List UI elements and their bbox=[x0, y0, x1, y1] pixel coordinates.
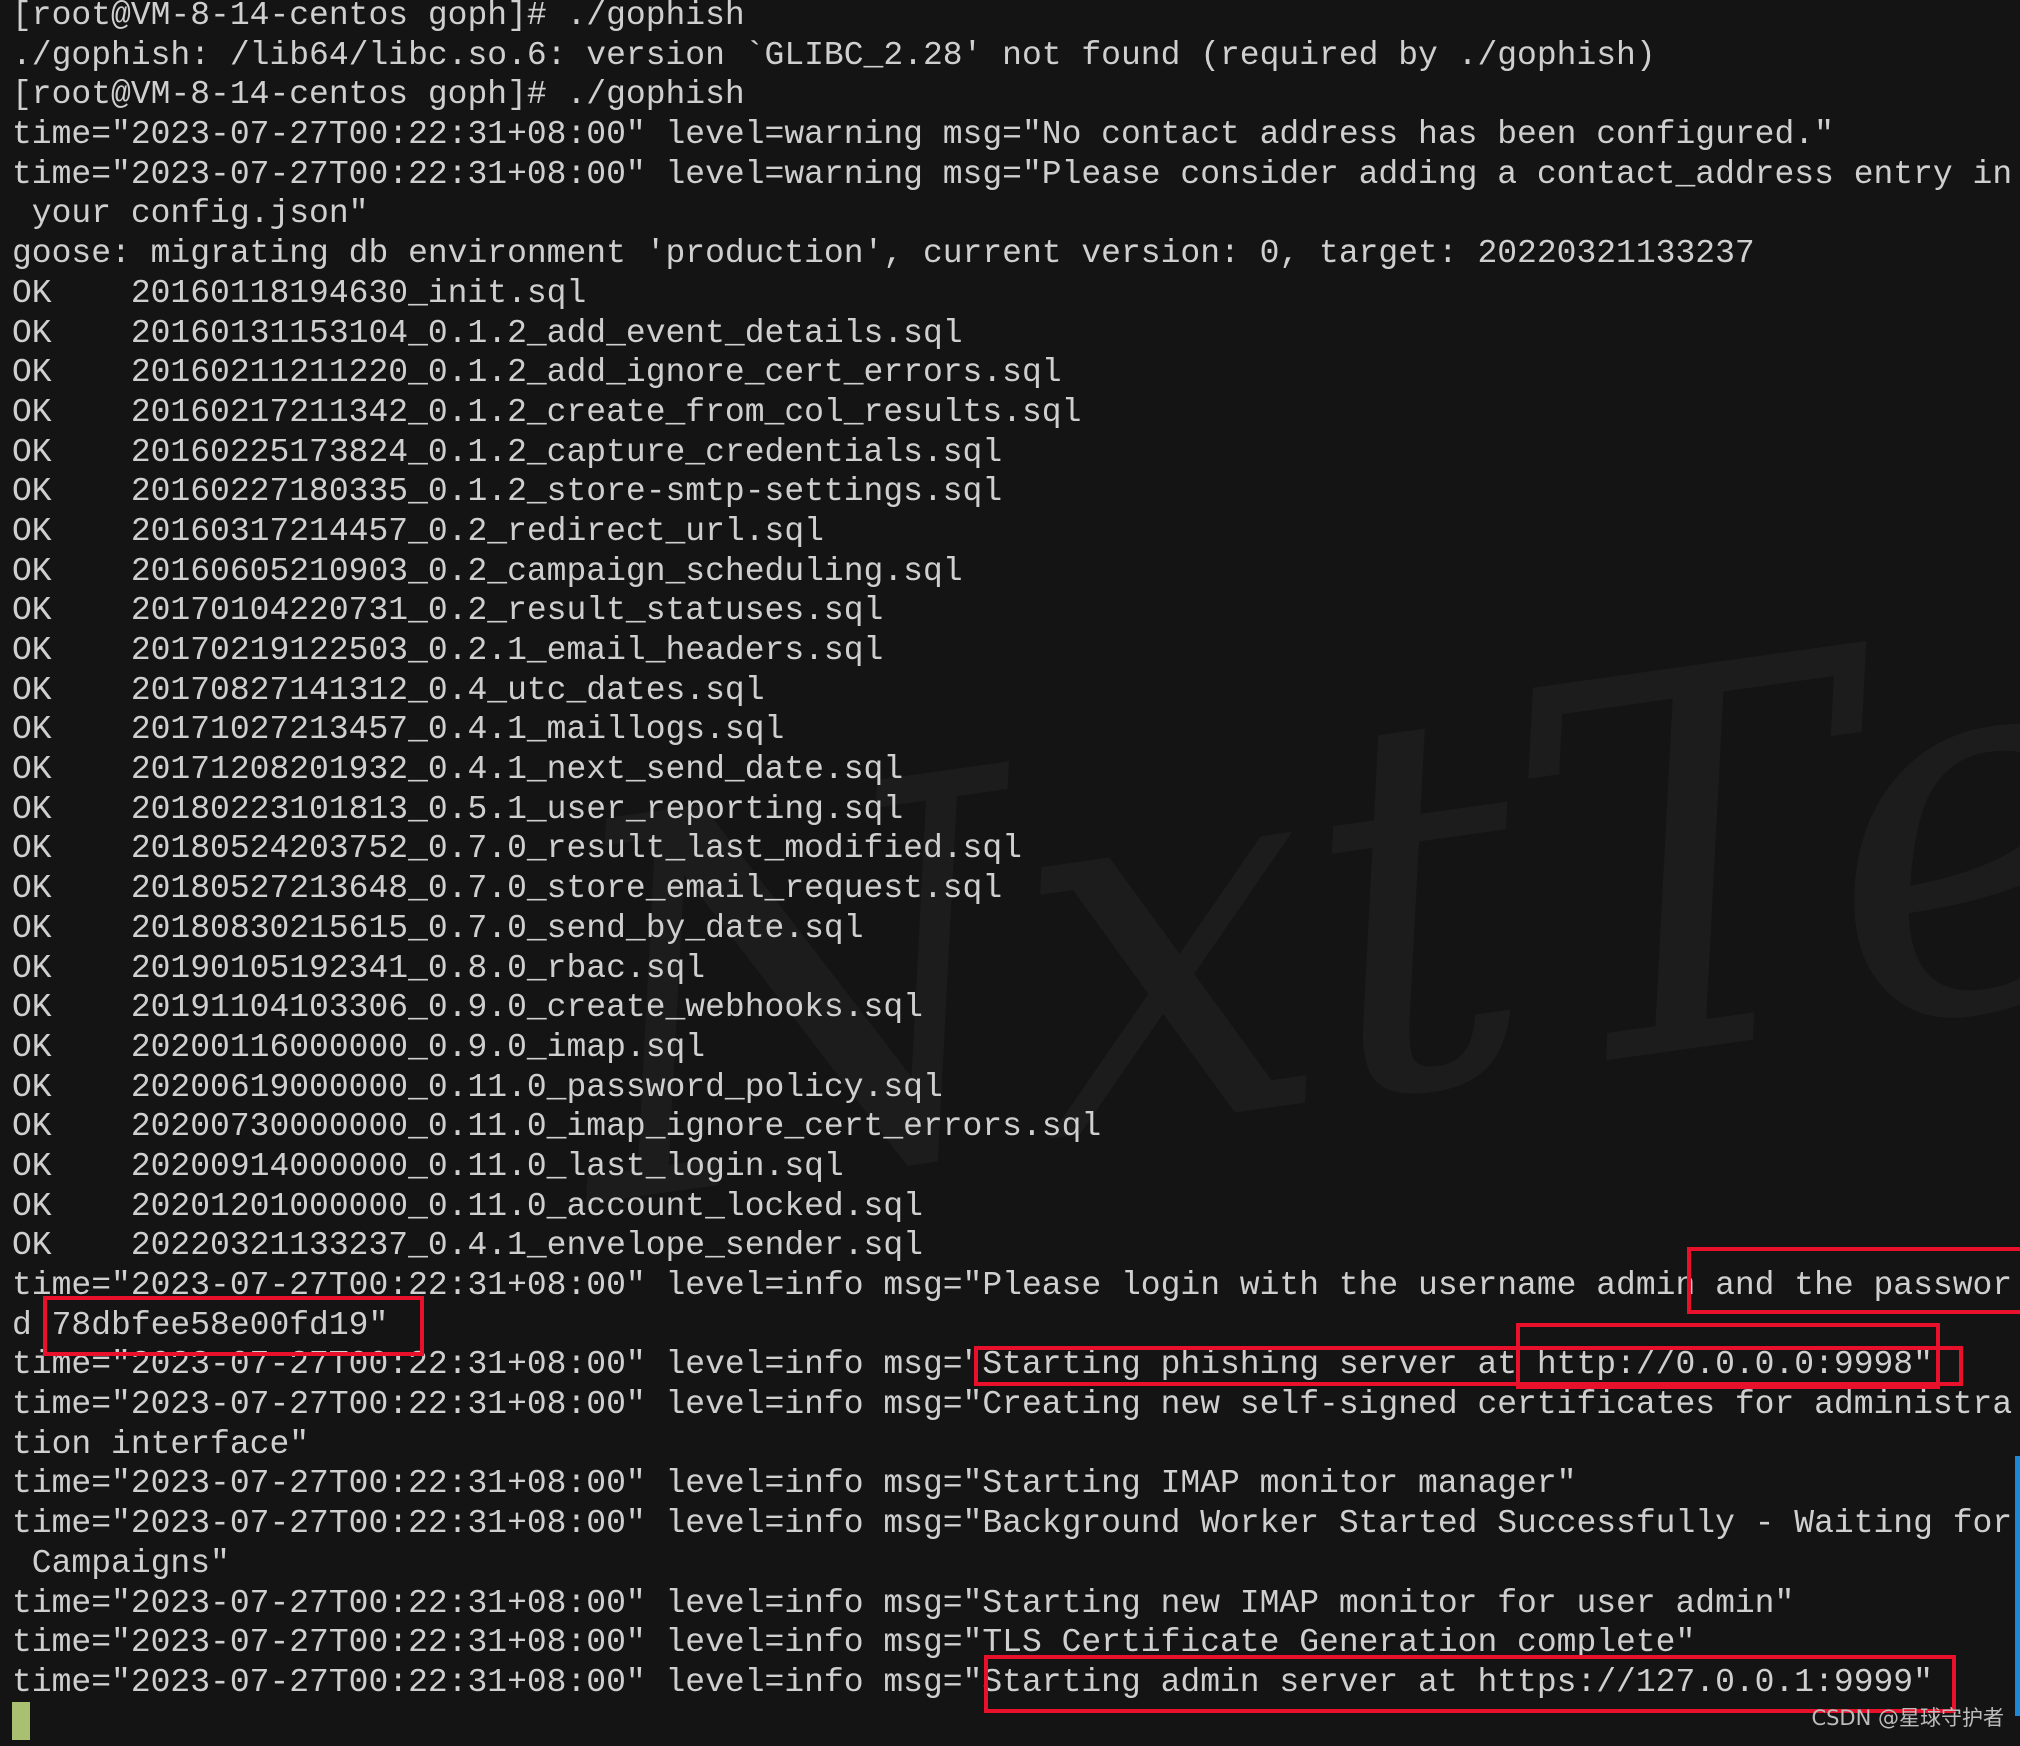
terminal-line: OK 20160225173824_0.1.2_capture_credenti… bbox=[12, 433, 1003, 471]
terminal-line: time="2023-07-27T00:22:31+08:00" level=i… bbox=[12, 1505, 2013, 1543]
terminal-line: OK 20160211211220_0.1.2_add_ignore_cert_… bbox=[12, 354, 1062, 392]
terminal-line: OK 20160605210903_0.2_campaign_schedulin… bbox=[12, 552, 963, 590]
terminal-line: tion interface" bbox=[12, 1425, 310, 1463]
terminal-line: time="2023-07-27T00:22:31+08:00" level=w… bbox=[12, 116, 1834, 154]
terminal-line: time="2023-07-27T00:22:31+08:00" level=w… bbox=[12, 155, 2013, 193]
highlight-password bbox=[43, 1296, 424, 1356]
terminal-line: Campaigns" bbox=[12, 1544, 230, 1582]
highlight-admin-server bbox=[984, 1655, 1956, 1713]
terminal-line: OK 20180223101813_0.5.1_user_reporting.s… bbox=[12, 790, 904, 828]
terminal-output[interactable]: [root@VM-8-14-centos goph]# ./gophish ./g… bbox=[12, 0, 2020, 1703]
terminal-line: goose: migrating db environment 'product… bbox=[12, 235, 1755, 273]
terminal-cursor bbox=[12, 1702, 30, 1740]
terminal-line: OK 20171208201932_0.4.1_next_send_date.s… bbox=[12, 751, 904, 789]
terminal-line: OK 20200730000000_0.11.0_imap_ignore_cer… bbox=[12, 1108, 1102, 1146]
terminal-line: OK 20180527213648_0.7.0_store_email_requ… bbox=[12, 870, 1003, 908]
terminal-line: OK 20160317214457_0.2_redirect_url.sql bbox=[12, 512, 824, 550]
terminal-line: OK 20170219122503_0.2.1_email_headers.sq… bbox=[12, 632, 884, 669]
terminal-line: OK 20171027213457_0.4.1_maillogs.sql bbox=[12, 711, 785, 749]
terminal-line: OK 20160217211342_0.1.2_create_from_col_… bbox=[12, 393, 1082, 431]
terminal-line: OK 20160118194630_init.sql bbox=[12, 274, 587, 312]
terminal-line: OK 20200619000000_0.11.0_password_policy… bbox=[12, 1068, 943, 1106]
terminal-line: time="2023-07-27T00:22:31+08:00" level=i… bbox=[12, 1386, 2013, 1424]
terminal-line: time="2023-07-27T00:22:31+08:00" level=i… bbox=[12, 1465, 1577, 1503]
terminal-line: time="2023-07-27T00:22:31+08:00" level=i… bbox=[12, 1584, 1795, 1622]
terminal-line: OK 20190105192341_0.8.0_rbac.sql bbox=[12, 949, 706, 987]
terminal-line: [root@VM-8-14-centos goph]# ./gophish bbox=[12, 76, 745, 114]
terminal-line: OK 20170104220731_0.2_result_statuses.sq… bbox=[12, 592, 884, 630]
highlight-password-label bbox=[1687, 1247, 2020, 1314]
terminal-line: OK 20200914000000_0.11.0_last_login.sql bbox=[12, 1147, 844, 1185]
highlight-phishing-server bbox=[974, 1346, 1963, 1386]
terminal-line: ./gophish: /lib64/libc.so.6: version `GL… bbox=[12, 36, 1656, 74]
terminal-line: OK 20160227180335_0.1.2_store-smtp-setti… bbox=[12, 473, 1003, 511]
terminal-line: OK 20160131153104_0.1.2_add_event_detail… bbox=[12, 314, 963, 352]
terminal-line: OK 20200116000000_0.9.0_imap.sql bbox=[12, 1028, 706, 1066]
terminal-line: your config.json" bbox=[12, 195, 369, 233]
terminal-line: OK 20180830215615_0.7.0_send_by_date.sql bbox=[12, 909, 864, 947]
terminal-line: OK 20170827141312_0.4_utc_dates.sql bbox=[12, 671, 765, 709]
terminal-line: OK 20191104103306_0.9.0_create_webhooks.… bbox=[12, 989, 923, 1027]
credit-watermark: CSDN @星球守护者 bbox=[1811, 1706, 2004, 1730]
terminal-line: OK 20180524203752_0.7.0_result_last_modi… bbox=[12, 830, 1022, 868]
terminal-line: OK 20201201000000_0.11.0_account_locked.… bbox=[12, 1187, 923, 1225]
terminal-line: [root@VM-8-14-centos goph]# ./gophish bbox=[12, 0, 745, 34]
scrollbar[interactable] bbox=[2015, 1456, 2020, 1716]
